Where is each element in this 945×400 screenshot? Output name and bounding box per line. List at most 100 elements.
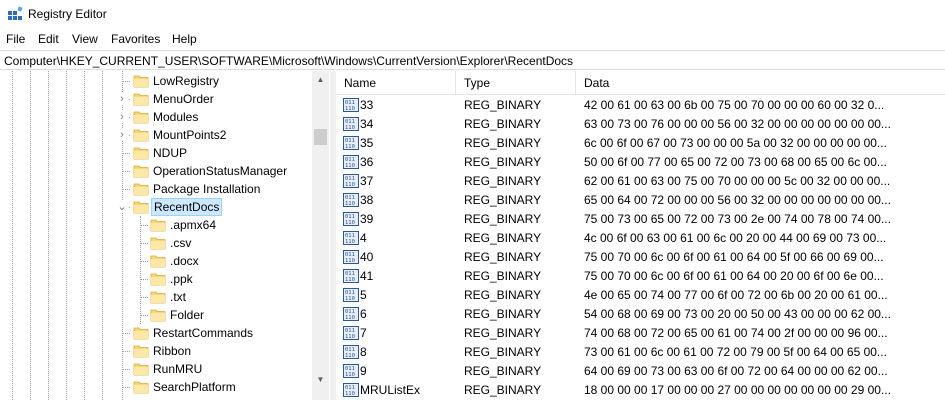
value-data: 62 00 61 00 63 00 75 00 70 00 00 00 5c 0… [584, 174, 891, 188]
tree-item[interactable]: .txt [0, 288, 312, 306]
key-tree[interactable]: LowRegistry › MenuOrder › Modules › MountPoint… [0, 71, 330, 400]
reg-binary-icon: 011110 [343, 98, 359, 112]
value-row[interactable]: 011 110 7 REG_BINARY 74 00 68 00 72 00 65 00… [336, 324, 945, 342]
folder-icon [133, 201, 149, 214]
tree-item[interactable]: Folder [0, 306, 312, 324]
tree-item[interactable]: OperationStatusManager [0, 162, 312, 180]
tree-item-label[interactable]: LowRegistry [151, 72, 221, 90]
scroll-down-arrow-icon[interactable]: ▼ [312, 371, 329, 388]
chevron-right-icon[interactable]: › [116, 129, 128, 141]
scroll-thumb[interactable] [314, 129, 327, 145]
tree-item[interactable]: Package Installation [0, 180, 312, 198]
value-row[interactable]: 011 110 4 REG_BINARY 4c 00 6f 00 63 00 61 00… [336, 229, 945, 247]
tree-item-label[interactable]: .apmx64 [168, 216, 218, 234]
value-row[interactable]: 011 110 40 REG_BINARY 75 00 70 00 6c 00 6f 0… [336, 248, 945, 266]
column-header-data[interactable]: Data [576, 71, 936, 95]
tree-item-label[interactable]: RestartCommands [151, 324, 255, 342]
tree-scrollbar[interactable]: ▲ ▼ [312, 71, 329, 400]
menu-view[interactable]: View [72, 32, 98, 46]
menu-favorites[interactable]: Favorites [111, 32, 160, 46]
value-data: 74 00 68 00 72 00 65 00 61 00 74 00 2f 0… [584, 326, 888, 340]
tree-item[interactable]: › MountPoints2 [0, 126, 312, 144]
value-row[interactable]: 011 110 41 REG_BINARY 75 00 70 00 6c 00 6f 0… [336, 267, 945, 285]
value-row[interactable]: 011 110 37 REG_BINARY 62 00 61 00 63 00 75 0… [336, 172, 945, 190]
tree-item[interactable]: .csv [0, 234, 312, 252]
value-row[interactable]: 011 110 36 REG_BINARY 50 00 6f 00 77 00 65 0… [336, 153, 945, 171]
tree-item[interactable]: ⌄ RecentDocs [0, 198, 312, 216]
address-path[interactable]: Computer\HKEY_CURRENT_USER\SOFTWARE\Micr… [4, 54, 573, 68]
tree-connector [122, 81, 130, 82]
tree-item-label[interactable]: Package Installation [151, 180, 262, 198]
tree-item-label[interactable]: Modules [151, 108, 200, 126]
value-data: 6c 00 6f 00 67 00 73 00 00 00 5a 00 32 0… [584, 136, 887, 150]
value-row[interactable]: 011 110 33 REG_BINARY 42 00 61 00 63 00 6b 0… [336, 96, 945, 114]
folder-icon [150, 291, 166, 304]
value-type: REG_BINARY [464, 136, 542, 150]
values-list[interactable]: Name Type Data 011 110 33 REG_BINARY 42 00 6… [336, 71, 945, 400]
value-data: 65 00 64 00 72 00 00 00 56 00 32 00 00 0… [584, 193, 891, 207]
tree-item-label[interactable]: Ribbon [151, 342, 193, 360]
tree-item-label[interactable]: MountPoints2 [151, 126, 228, 144]
reg-binary-icon: 011110 [343, 117, 359, 131]
value-row[interactable]: 011 110 MRUListEx REG_BINARY 18 00 00 00 17 … [336, 381, 945, 399]
tree-item-label[interactable]: MenuOrder [151, 90, 216, 108]
tree-item-label[interactable]: Folder [168, 306, 206, 324]
menu-help[interactable]: Help [172, 32, 197, 46]
tree-item[interactable]: RunMRU [0, 360, 312, 378]
reg-binary-icon: 011110 [343, 193, 359, 207]
svg-text:110: 110 [345, 296, 355, 302]
tree-item[interactable]: › Modules [0, 108, 312, 126]
value-name: 40 [360, 250, 374, 264]
tree-item-label[interactable]: .txt [168, 288, 188, 306]
value-row[interactable]: 011 110 8 REG_BINARY 73 00 61 00 6c 00 61 00… [336, 343, 945, 361]
tree-item[interactable]: RestartCommands [0, 324, 312, 342]
svg-text:110: 110 [345, 315, 355, 321]
value-type: REG_BINARY [464, 364, 542, 378]
value-row[interactable]: 011 110 5 REG_BINARY 4e 00 65 00 74 00 77 00… [336, 286, 945, 304]
reg-binary-icon: 011110 [343, 250, 359, 264]
chevron-right-icon[interactable]: › [116, 111, 128, 123]
tree-item[interactable]: SearchPlatform [0, 378, 312, 396]
svg-text:110: 110 [345, 201, 355, 207]
tree-item-label[interactable]: .csv [168, 234, 193, 252]
column-header-name[interactable]: Name [336, 71, 456, 95]
menu-edit[interactable]: Edit [38, 32, 59, 46]
svg-text:110: 110 [345, 353, 355, 359]
tree-item-label[interactable]: SearchPlatform [151, 378, 238, 396]
tree-item[interactable]: .apmx64 [0, 216, 312, 234]
tree-item-label[interactable]: NDUP [151, 144, 189, 162]
svg-text:110: 110 [345, 163, 355, 169]
value-row[interactable]: 011 110 38 REG_BINARY 65 00 64 00 72 00 00 0… [336, 191, 945, 209]
tree-item[interactable]: .ppk [0, 270, 312, 288]
value-row[interactable]: 011 110 39 REG_BINARY 75 00 73 00 65 00 72 0… [336, 210, 945, 228]
scroll-up-arrow-icon[interactable]: ▲ [312, 71, 329, 88]
title-bar: Registry Editor [0, 0, 945, 28]
value-name: 41 [360, 269, 374, 283]
value-data: 75 00 70 00 6c 00 6f 00 61 00 64 00 20 0… [584, 269, 884, 283]
reg-binary-icon: 011110 [343, 326, 359, 340]
tree-item[interactable]: LowRegistry [0, 72, 312, 90]
value-row[interactable]: 011 110 35 REG_BINARY 6c 00 6f 00 67 00 73 0… [336, 134, 945, 152]
tree-item-label[interactable]: RunMRU [151, 360, 204, 378]
folder-icon [133, 381, 149, 394]
address-bar[interactable]: Computer\HKEY_CURRENT_USER\SOFTWARE\Micr… [0, 50, 945, 70]
tree-connector [122, 171, 130, 172]
menu-file[interactable]: File [6, 32, 25, 46]
tree-item[interactable]: .docx [0, 252, 312, 270]
tree-item[interactable]: NDUP [0, 144, 312, 162]
value-row[interactable]: 011 110 34 REG_BINARY 63 00 73 00 76 00 00 0… [336, 115, 945, 133]
value-row[interactable]: 011 110 9 REG_BINARY 64 00 69 00 73 00 63 00… [336, 362, 945, 380]
tree-item[interactable]: › MenuOrder [0, 90, 312, 108]
chevron-right-icon[interactable]: › [116, 93, 128, 105]
tree-item-label[interactable]: .docx [168, 252, 201, 270]
tree-item-label[interactable]: OperationStatusManager [151, 162, 289, 180]
tree-item-label[interactable]: .ppk [168, 270, 195, 288]
column-header-type[interactable]: Type [456, 71, 576, 95]
tree-item[interactable]: Ribbon [0, 342, 312, 360]
value-type: REG_BINARY [464, 212, 542, 226]
value-row[interactable]: 011 110 6 REG_BINARY 54 00 68 00 69 00 73 00… [336, 305, 945, 323]
chevron-down-icon[interactable]: ⌄ [116, 201, 128, 213]
tree-item-label[interactable]: RecentDocs [151, 198, 223, 216]
tree-connector [140, 243, 148, 244]
value-type: REG_BINARY [464, 174, 542, 188]
